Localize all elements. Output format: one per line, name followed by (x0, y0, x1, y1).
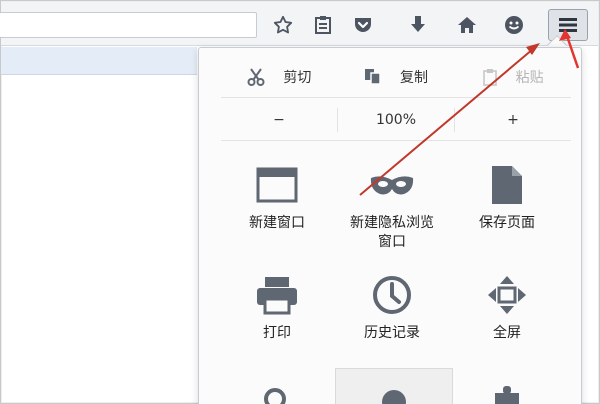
zoom-in-label: + (507, 112, 519, 128)
history-clock-icon (362, 270, 422, 320)
private-mask-icon (362, 160, 422, 210)
cut-button[interactable]: 剪切 (221, 62, 338, 92)
tab-strip-area (1, 47, 197, 75)
hamburger-menu-icon (559, 18, 577, 32)
save-page-label: 保存页面 (479, 215, 535, 231)
scissors-icon (247, 68, 265, 86)
new-window-label: 新建窗口 (249, 215, 305, 231)
zoom-in-button[interactable]: + (455, 105, 571, 135)
print-item[interactable]: 打印 (218, 258, 336, 368)
new-window-item[interactable]: 新建窗口 (218, 148, 336, 258)
home-icon[interactable] (452, 10, 482, 40)
zoom-out-button[interactable]: − (221, 105, 337, 135)
bookmark-star-icon[interactable] (268, 10, 298, 40)
main-menu-panel: 剪切 复制 粘贴 − 100% + 新建窗口 新建隐私浏览 窗口 保存页面 打印… (198, 47, 582, 404)
fullscreen-icon (477, 270, 537, 320)
download-icon[interactable] (403, 10, 433, 40)
new-window-icon (247, 160, 307, 210)
options-item[interactable] (335, 368, 453, 404)
history-item[interactable]: 历史记录 (333, 258, 451, 368)
gear-icon (364, 385, 424, 404)
reading-list-icon[interactable] (308, 10, 338, 40)
zoom-out-label: − (273, 112, 285, 128)
url-bar[interactable] (0, 12, 257, 38)
private-window-item[interactable]: 新建隐私浏览 窗口 (333, 148, 451, 258)
fullscreen-item[interactable]: 全屏 (448, 258, 566, 368)
browser-toolbar (0, 2, 598, 46)
save-page-icon (477, 160, 537, 210)
copy-icon (365, 69, 381, 85)
smiley-icon[interactable] (499, 10, 529, 40)
clipboard-icon (482, 69, 497, 86)
zoom-reset-button[interactable]: 100% (337, 108, 455, 132)
puzzle-icon (477, 384, 537, 404)
history-label: 历史记录 (364, 325, 420, 341)
private-window-label: 新建隐私浏览 窗口 (350, 215, 434, 250)
copy-label: 复制 (400, 70, 428, 86)
addons-item[interactable] (448, 368, 566, 404)
cut-label: 剪切 (283, 70, 312, 86)
divider (221, 97, 571, 98)
search-icon (247, 386, 307, 404)
copy-button[interactable]: 复制 (338, 62, 455, 92)
zoom-level: 100% (375, 112, 417, 128)
save-page-item[interactable]: 保存页面 (448, 148, 566, 258)
fullscreen-label: 全屏 (493, 325, 521, 341)
find-item[interactable] (218, 368, 336, 404)
print-icon (247, 270, 307, 320)
edit-controls-row: 剪切 复制 粘贴 (221, 62, 571, 92)
divider (221, 140, 571, 141)
pocket-icon[interactable] (348, 10, 378, 40)
paste-button[interactable]: 粘贴 (454, 62, 571, 92)
print-label: 打印 (263, 325, 291, 341)
zoom-controls-row: − 100% + (221, 105, 571, 135)
paste-label: 粘贴 (515, 70, 544, 86)
